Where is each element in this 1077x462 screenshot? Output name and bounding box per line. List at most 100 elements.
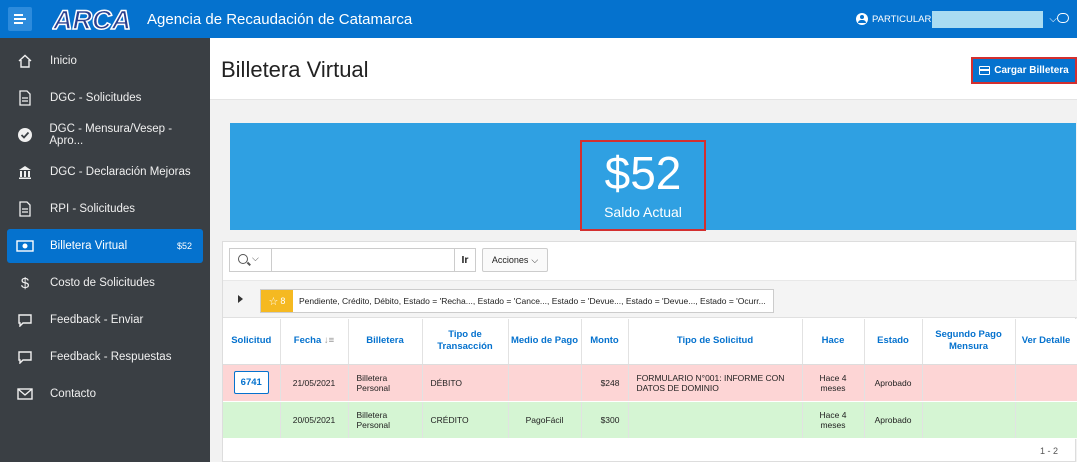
sidebar-item-label: Inicio [50,55,77,67]
user-label: PARTICULAR [872,13,932,25]
document-icon [16,89,34,107]
cell-monto: $300 [581,401,629,439]
main-content: Billetera Virtual Cargar Billetera $52 S… [210,38,1077,462]
col-header-fecha-label: Fecha [293,335,322,347]
cell-fecha: 21/05/2021 [280,364,349,402]
cell-medio [508,364,582,402]
balance-label: Saldo Actual [604,204,682,220]
cell-ver-detalle [1015,401,1077,439]
solicitud-link-button[interactable]: 6741 [233,371,269,394]
search-icon[interactable] [238,254,248,264]
cell-solicitud [223,401,281,439]
cell-tipo-solicitud: FORMULARIO N°001: INFORME CON DATOS DE D… [628,364,803,402]
sidebar-item-label: Billetera Virtual [50,240,128,252]
sidebar-item-label: Feedback - Respuestas [50,351,172,363]
acciones-button[interactable]: Acciones ⌵ [482,248,548,272]
balance-box: $52 Saldo Actual [580,140,706,231]
page-header: Billetera Virtual Cargar Billetera [210,38,1077,100]
sidebar-item-label: DGC - Mensura/Vesep - Apro... [49,123,173,147]
sidebar-item-label: RPI - Solicitudes [50,203,136,215]
sidebar-item-dgc-solicitudes[interactable]: DGC - Solicitudes [7,81,203,115]
sidebar-item-label: Costo de Solicitudes [50,277,155,289]
cargar-billetera-button[interactable]: Cargar Billetera [971,57,1077,84]
top-bar: ARCA Agencia de Recaudación de Catamarca… [0,0,1077,38]
document-icon [16,200,34,218]
cell-tipo: DÉBITO [422,364,509,402]
col-header-fecha[interactable]: Fecha ↓≡ [280,319,349,365]
col-header-solicitud[interactable]: Solicitud [223,319,281,365]
sidebar-item-feedback-enviar[interactable]: Feedback - Enviar [7,303,203,337]
cargar-billetera-label: Cargar Billetera [994,65,1069,76]
sidebar-item-dgc-mensura[interactable]: DGC - Mensura/Vesep - Apro... [7,118,203,152]
star-icon: ☆ [268,295,279,308]
arca-logo: ARCA [52,4,132,36]
search-input[interactable]: ⌵ [229,248,475,272]
col-header-monto[interactable]: Monto [581,319,629,365]
page-title: Billetera Virtual [221,57,369,82]
sidebar-item-dgc-declaracion[interactable]: DGC - Declaración Mejoras [7,155,203,189]
app-title: Agencia de Recaudación de Catamarca [147,11,413,28]
cell-segundo-pago [922,364,1016,402]
chat-icon [16,311,34,329]
col-header-medio-pago[interactable]: Medio de Pago [508,319,582,365]
chat-icon [16,348,34,366]
filter-chip[interactable]: ☆ 8 Pendiente, Crédito, Débito, Estado =… [260,289,774,313]
wallet-balance-badge: $52 [176,241,192,251]
balance-hero: $52 Saldo Actual [230,123,1076,231]
col-header-billetera[interactable]: Billetera [348,319,423,365]
money-icon [16,237,34,255]
cell-billetera: Billetera Personal [348,364,423,402]
sidebar-item-inicio[interactable]: Inicio [7,44,203,78]
balance-amount: $52 [604,147,682,199]
card-icon [979,66,991,75]
cell-hace: Hace 4 meses [802,401,865,439]
col-header-hace[interactable]: Hace [802,319,865,365]
sidebar-item-label: Contacto [50,388,97,400]
expand-caret-icon[interactable] [238,295,243,303]
col-header-segundo-pago[interactable]: Segundo Pago Mensura [922,319,1016,365]
sidebar-item-rpi-solicitudes[interactable]: RPI - Solicitudes [7,192,203,226]
acciones-label: Acciones [491,255,529,265]
user-menu[interactable]: PARTICULAR ⌵ [856,10,1057,28]
cell-medio: PagoFácil [508,401,582,439]
check-circle-icon [16,126,33,144]
cell-ver-detalle [1015,364,1077,402]
cell-billetera: Billetera Personal [348,401,423,439]
col-header-ver-detalle[interactable]: Ver Detalle [1015,319,1077,365]
svg-text:ARCA: ARCA [52,5,131,35]
cell-tipo-solicitud [628,401,803,439]
user-icon [856,13,868,25]
building-icon [16,163,34,181]
chevron-down-icon: ⌵ [531,254,539,265]
feedback-chat-icon[interactable] [1057,13,1069,23]
cell-estado: Aprobado [864,401,923,439]
sidebar-item-contacto[interactable]: Contacto [7,377,203,411]
col-header-tipo-solicitud[interactable]: Tipo de Solicitud [628,319,803,365]
transactions-report: ⌵ Ir Acciones ⌵ ☆ 8 Pendiente, Crédito, … [222,241,1077,462]
cell-estado: Aprobado [864,364,923,402]
home-icon [16,52,34,70]
cell-hace: Hace 4 meses [802,364,865,402]
table-row: 6741 21/05/2021 Billetera Personal DÉBIT… [223,364,1077,402]
sidebar-item-costo-solicitudes[interactable]: $ Costo de Solicitudes [7,266,203,300]
ir-button[interactable]: Ir [454,248,476,272]
sidebar-item-label: DGC - Solicitudes [50,92,142,104]
sort-desc-icon: ↓≡ [323,335,335,347]
sidebar-item-label: Feedback - Enviar [50,314,144,326]
filter-bar: ☆ 8 Pendiente, Crédito, Débito, Estado =… [223,280,1077,318]
pagination-range: 1 - 2 [1040,446,1059,456]
filter-count: 8 [280,296,286,306]
cell-solicitud: 6741 [223,364,281,402]
filter-text: Pendiente, Crédito, Débito, Estado = 'Re… [299,296,766,306]
sidebar-item-label: DGC - Declaración Mejoras [50,166,191,178]
chevron-down-icon: ⌵ [1049,13,1057,25]
chevron-down-icon[interactable]: ⌵ [252,253,259,264]
cell-monto: $248 [581,364,629,402]
sidebar-item-billetera-virtual[interactable]: Billetera Virtual $52 [7,229,203,263]
sidebar-item-feedback-respuestas[interactable]: Feedback - Respuestas [7,340,203,374]
menu-toggle-button[interactable] [8,7,32,31]
mail-icon [16,385,34,403]
sidebar-nav: Inicio DGC - Solicitudes DGC - Mensura/V… [0,38,210,462]
col-header-tipo-transaccion[interactable]: Tipo de Transacción [422,319,509,365]
col-header-estado[interactable]: Estado [864,319,923,365]
